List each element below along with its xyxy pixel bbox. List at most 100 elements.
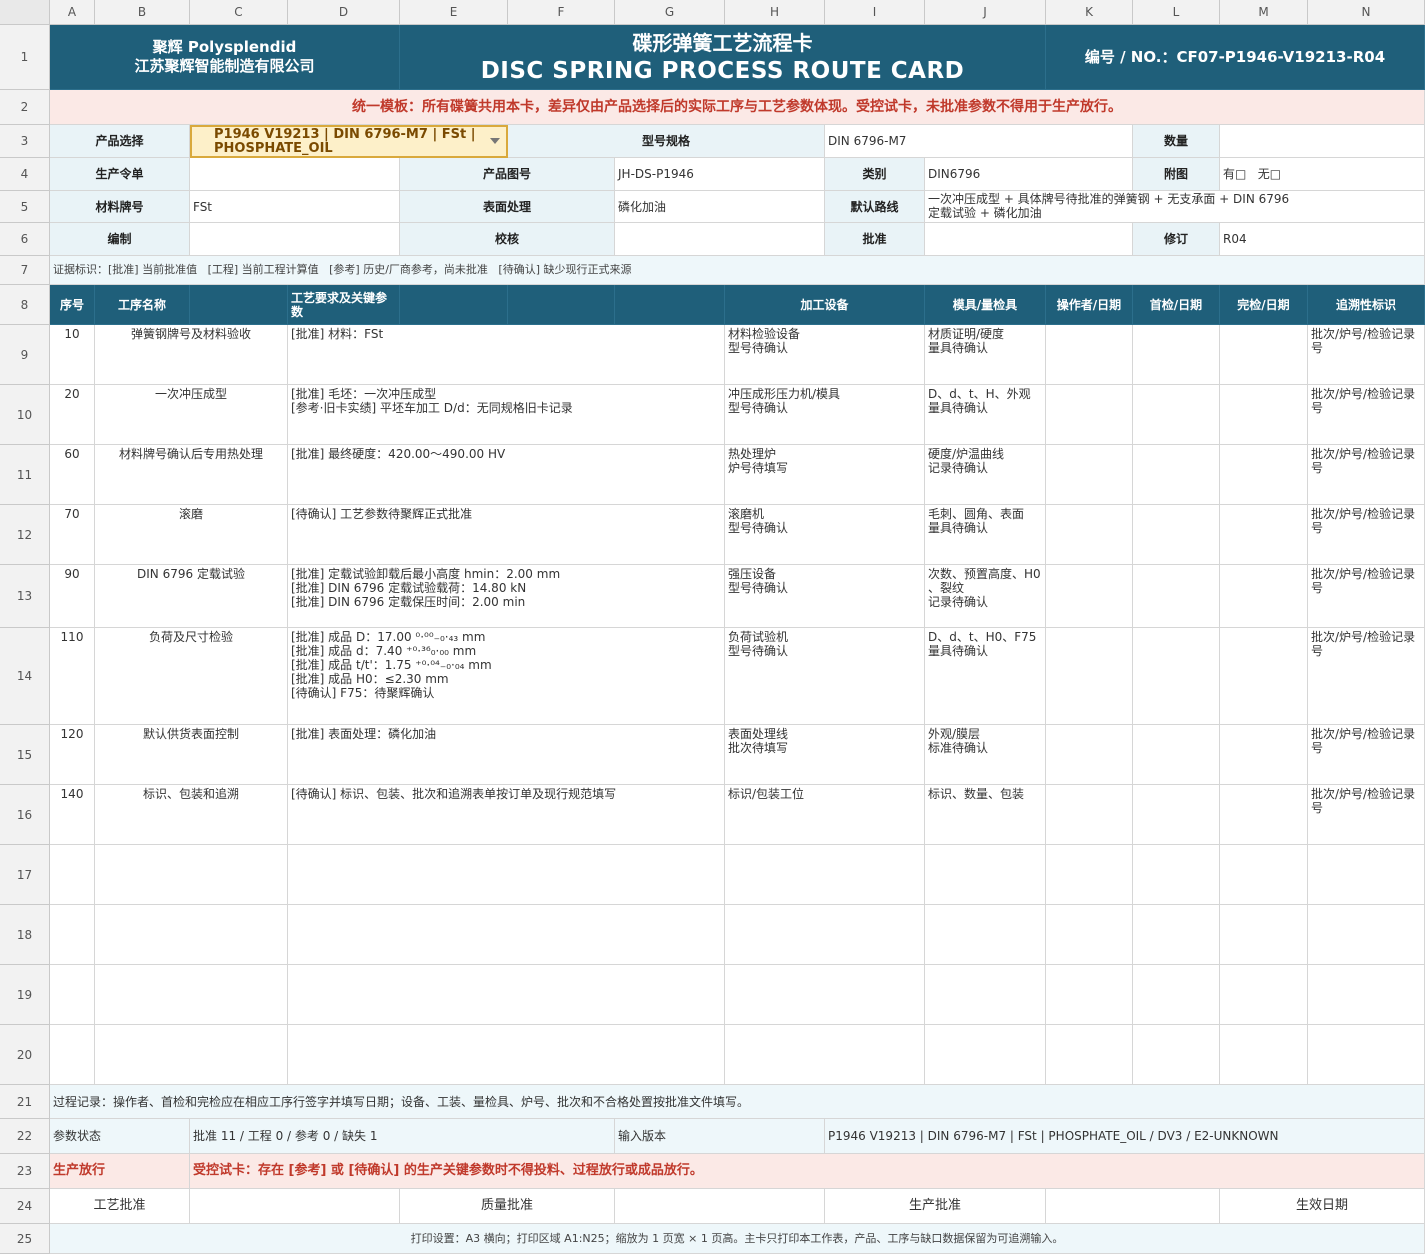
op-final-check-signoff[interactable] [1220, 325, 1308, 385]
header-operator[interactable]: 操作者/日期 [1046, 285, 1133, 325]
column-header-B[interactable]: B [95, 0, 190, 25]
op-final-check-signoff[interactable] [1220, 565, 1308, 628]
empty-requirements[interactable] [288, 965, 725, 1025]
header-equipment[interactable]: 加工设备 [725, 285, 925, 325]
op-seq[interactable]: 90 [50, 565, 95, 628]
row-header-22[interactable]: 22 [0, 1119, 50, 1154]
row-header-21[interactable]: 21 [0, 1085, 50, 1119]
row-header-15[interactable]: 15 [0, 725, 50, 785]
header-tooling[interactable]: 模具/量检具 [925, 285, 1046, 325]
column-header-M[interactable]: M [1220, 0, 1308, 25]
header-op-name[interactable]: 工序名称 [95, 285, 190, 325]
empty-trace[interactable] [1308, 965, 1425, 1025]
release-rule[interactable]: 受控试卡：存在 [参考] 或 [待确认] 的生产关键参数时不得投料、过程放行或成… [190, 1154, 1425, 1189]
empty-operator[interactable] [1046, 845, 1133, 905]
column-header-A[interactable]: A [50, 0, 95, 25]
column-header-G[interactable]: G [615, 0, 725, 25]
op-equipment[interactable]: 热处理炉 炉号待填写 [725, 445, 925, 505]
op-tooling[interactable]: 次数、预置高度、H0 、裂纹 记录待确认 [925, 565, 1046, 628]
empty-op-name[interactable] [95, 845, 288, 905]
empty-op-name[interactable] [95, 905, 288, 965]
op-final-check-signoff[interactable] [1220, 385, 1308, 445]
op-first-check-signoff[interactable] [1133, 725, 1220, 785]
op-final-check-signoff[interactable] [1220, 725, 1308, 785]
header-seq[interactable]: 序号 [50, 285, 95, 325]
evidence-legend[interactable]: 证据标识：[批准] 当前批准值 [工程] 当前工程计算值 [参考] 历史/厂商参… [50, 256, 1425, 285]
quantity-value[interactable] [1220, 125, 1425, 158]
quantity-label[interactable]: 数量 [1133, 125, 1220, 158]
op-trace[interactable]: 批次/炉号/检验记录号 [1308, 445, 1425, 505]
drawing-no-label[interactable]: 产品图号 [400, 158, 615, 191]
approved-by-label[interactable]: 批准 [825, 223, 925, 256]
empty-tooling[interactable] [925, 1025, 1046, 1085]
header-requirements[interactable]: 工艺要求及关键参数 [288, 285, 400, 325]
op-tooling[interactable]: D、d、t、H0、F75 量具待确认 [925, 628, 1046, 725]
op-operator-signoff[interactable] [1046, 628, 1133, 725]
op-name[interactable]: 材料牌号确认后专用热处理 [95, 445, 288, 505]
header-first-check[interactable]: 首检/日期 [1133, 285, 1220, 325]
empty-tooling[interactable] [925, 845, 1046, 905]
surface-value[interactable]: 磷化加油 [615, 191, 825, 223]
print-settings-note[interactable]: 打印设置：A3 横向；打印区域 A1:N25；缩放为 1 页宽 × 1 页高。主… [50, 1224, 1425, 1254]
op-first-check-signoff[interactable] [1133, 325, 1220, 385]
op-seq[interactable]: 140 [50, 785, 95, 845]
op-final-check-signoff[interactable] [1220, 628, 1308, 725]
op-operator-signoff[interactable] [1046, 445, 1133, 505]
material-label[interactable]: 材料牌号 [50, 191, 190, 223]
op-seq[interactable]: 70 [50, 505, 95, 565]
row-header-16[interactable]: 16 [0, 785, 50, 845]
row-header-18[interactable]: 18 [0, 905, 50, 965]
row-header-10[interactable]: 10 [0, 385, 50, 445]
op-operator-signoff[interactable] [1046, 785, 1133, 845]
op-seq[interactable]: 60 [50, 445, 95, 505]
op-equipment[interactable]: 强压设备 型号待确认 [725, 565, 925, 628]
row-header-6[interactable]: 6 [0, 223, 50, 256]
header-trace[interactable]: 追溯性标识 [1308, 285, 1425, 325]
template-notice[interactable]: 统一模板：所有碟簧共用本卡，差异仅由产品选择后的实际工序与工艺参数体现。受控试卡… [50, 90, 1425, 125]
op-tooling[interactable]: D、d、t、H、外观 量具待确认 [925, 385, 1046, 445]
production-approval-label[interactable]: 生产批准 [825, 1189, 1046, 1224]
op-equipment[interactable]: 滚磨机 型号待确认 [725, 505, 925, 565]
row-header-4[interactable]: 4 [0, 158, 50, 191]
column-header-J[interactable]: J [925, 0, 1046, 25]
chevron-down-icon[interactable] [490, 138, 500, 144]
empty-first-check[interactable] [1133, 905, 1220, 965]
op-first-check-signoff[interactable] [1133, 445, 1220, 505]
op-first-check-signoff[interactable] [1133, 565, 1220, 628]
route-label[interactable]: 默认路线 [825, 191, 925, 223]
op-first-check-signoff[interactable] [1133, 785, 1220, 845]
row-header-14[interactable]: 14 [0, 628, 50, 725]
op-operator-signoff[interactable] [1046, 725, 1133, 785]
empty-equipment[interactable] [725, 905, 925, 965]
op-name[interactable]: 弹簧钢牌号及材料验收 [95, 325, 288, 385]
op-requirements[interactable]: [批准] 毛坯：一次冲压成型 [参考·旧卡实绩] 平坯车加工 D/d：无同规格旧… [288, 385, 725, 445]
empty-operator[interactable] [1046, 905, 1133, 965]
empty-trace[interactable] [1308, 905, 1425, 965]
product-select-label[interactable]: 产品选择 [50, 125, 190, 158]
row-header-17[interactable]: 17 [0, 845, 50, 905]
op-name[interactable]: 一次冲压成型 [95, 385, 288, 445]
category-value[interactable]: DIN6796 [925, 158, 1133, 191]
row-header-8[interactable]: 8 [0, 285, 50, 325]
header-blank-f[interactable] [508, 285, 615, 325]
column-header-N[interactable]: N [1308, 0, 1425, 25]
op-tooling[interactable]: 毛刺、圆角、表面 量具待确认 [925, 505, 1046, 565]
op-seq[interactable]: 10 [50, 325, 95, 385]
empty-operator[interactable] [1046, 1025, 1133, 1085]
op-requirements[interactable]: [批准] 最终硬度：420.00～490.00 HV [288, 445, 725, 505]
empty-requirements[interactable] [288, 1025, 725, 1085]
prepared-by-label[interactable]: 编制 [50, 223, 190, 256]
row-header-11[interactable]: 11 [0, 445, 50, 505]
checked-by-value[interactable] [615, 223, 825, 256]
op-operator-signoff[interactable] [1046, 325, 1133, 385]
empty-trace[interactable] [1308, 845, 1425, 905]
op-first-check-signoff[interactable] [1133, 628, 1220, 725]
op-name[interactable]: 负荷及尺寸检验 [95, 628, 288, 725]
op-operator-signoff[interactable] [1046, 505, 1133, 565]
row-header-13[interactable]: 13 [0, 565, 50, 628]
empty-seq[interactable] [50, 1025, 95, 1085]
op-seq[interactable]: 20 [50, 385, 95, 445]
header-blank-c[interactable] [190, 285, 288, 325]
empty-operator[interactable] [1046, 965, 1133, 1025]
empty-equipment[interactable] [725, 965, 925, 1025]
